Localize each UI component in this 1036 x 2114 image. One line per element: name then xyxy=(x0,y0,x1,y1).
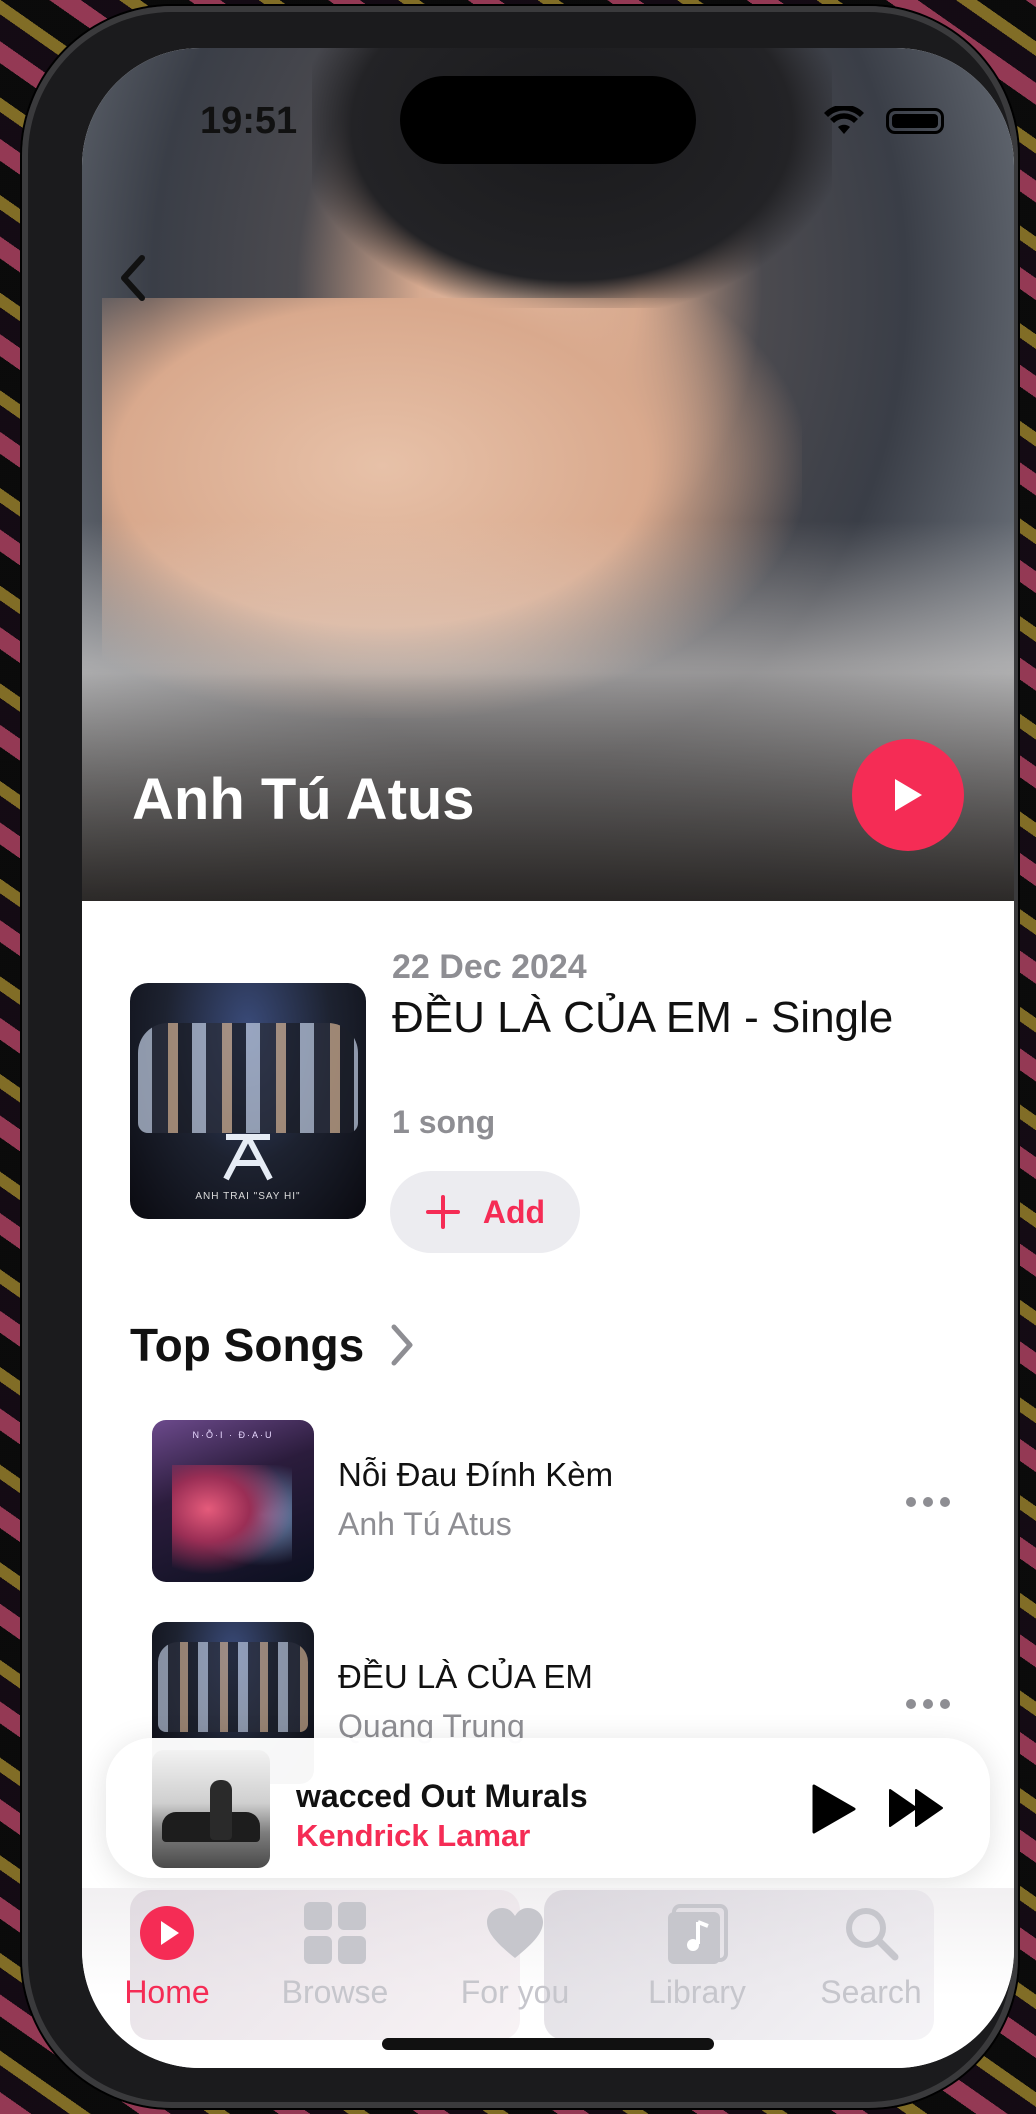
music-note-icon xyxy=(668,1904,728,1964)
phone-frame: 19:51 Anh Tú Atus ANH TRAI "SAY HI" 22 D… xyxy=(22,6,1018,2108)
tab-library[interactable]: Library xyxy=(612,1898,782,2011)
more-options-icon[interactable] xyxy=(906,1492,956,1512)
release-artwork[interactable]: ANH TRAI "SAY HI" xyxy=(130,983,366,1219)
tab-label: For you xyxy=(460,1974,570,2010)
more-options-icon[interactable] xyxy=(906,1694,956,1714)
song-title: ĐỀU LÀ CỦA EM xyxy=(338,1658,593,1695)
grid-icon xyxy=(304,1902,366,1964)
song-artist: Anh Tú Atus xyxy=(338,1506,512,1542)
play-artist-button[interactable] xyxy=(852,739,964,851)
top-songs-title: Top Songs xyxy=(130,1319,365,1371)
tab-home[interactable]: Home xyxy=(82,1898,252,2011)
tab-label: Browse xyxy=(281,1974,389,2010)
home-indicator xyxy=(382,2038,714,2050)
tab-label: Search xyxy=(820,1974,922,2010)
tab-for-you[interactable]: For you xyxy=(430,1898,600,2011)
song-title: Nỗi Đau Đính Kèm xyxy=(338,1456,614,1493)
search-icon xyxy=(846,1908,899,1961)
screen: 19:51 Anh Tú Atus ANH TRAI "SAY HI" 22 D… xyxy=(82,48,1014,2068)
artist-name: Anh Tú Atus xyxy=(132,767,475,832)
status-time: 19:51 xyxy=(200,100,298,142)
now-playing-title: wacced Out Murals xyxy=(296,1778,588,1814)
top-songs-header[interactable]: Top Songs xyxy=(130,1318,414,1372)
song-artwork: N·Ỗ·I · Đ·A·U xyxy=(152,1420,314,1582)
play-icon[interactable] xyxy=(808,1782,858,1836)
status-icons xyxy=(824,106,944,136)
chevron-right-icon xyxy=(391,1324,413,1366)
tab-label: Library xyxy=(648,1974,746,2010)
release-logo-icon xyxy=(223,1134,273,1181)
now-playing-artwork xyxy=(152,1750,270,1868)
heart-icon xyxy=(487,1908,543,1958)
home-icon xyxy=(140,1906,194,1960)
wifi-icon xyxy=(824,106,864,134)
tab-browse[interactable]: Browse xyxy=(250,1898,420,2011)
release-art-caption: ANH TRAI "SAY HI" xyxy=(195,1191,301,1202)
play-icon xyxy=(895,779,922,811)
release-title[interactable]: ĐỀU LÀ CỦA EM - Single xyxy=(392,990,952,1046)
fast-forward-icon[interactable] xyxy=(888,1788,944,1828)
add-label: Add xyxy=(482,1193,546,1230)
add-release-button[interactable]: Add xyxy=(390,1171,580,1253)
mini-player[interactable]: wacced Out Murals Kendrick Lamar xyxy=(106,1738,990,1878)
back-chevron-icon[interactable] xyxy=(112,248,152,308)
plus-icon xyxy=(425,1195,460,1229)
release-song-count: 1 song xyxy=(392,1104,496,1140)
now-playing-artist: Kendrick Lamar xyxy=(296,1818,531,1853)
tab-search[interactable]: Search xyxy=(786,1898,956,2011)
battery-icon xyxy=(886,108,944,134)
song-row[interactable]: N·Ỗ·I · Đ·A·U Nỗi Đau Đính Kèm Anh Tú At… xyxy=(130,1402,990,1582)
tab-label: Home xyxy=(124,1974,210,2010)
dynamic-island xyxy=(400,76,696,164)
release-date: 22 Dec 2024 xyxy=(392,948,587,986)
